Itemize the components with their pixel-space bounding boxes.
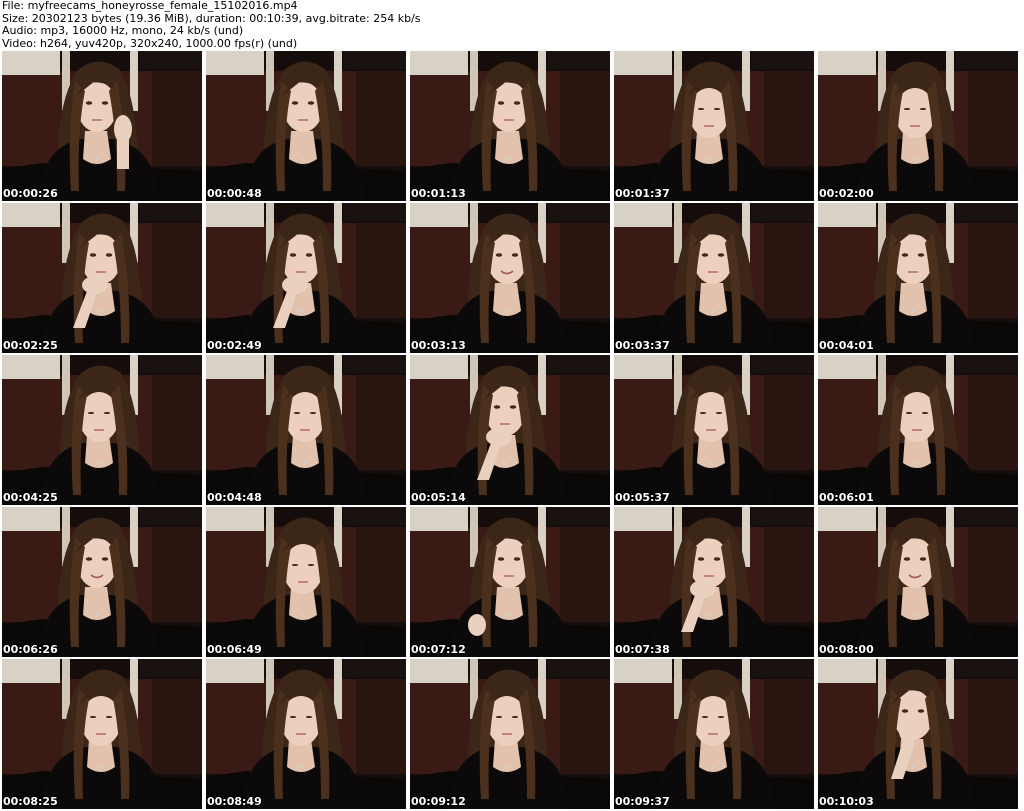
video-thumbnail: 00:08:00 xyxy=(818,507,1018,657)
thumbnail-frame-image xyxy=(410,507,610,657)
video-info-line: Video: h264, yuv420p, 320x240, 1000.00 f… xyxy=(2,37,298,50)
thumbnail-frame-image xyxy=(206,355,406,505)
thumbnail-frame-image xyxy=(206,203,406,353)
video-thumbnail: 00:07:38 xyxy=(614,507,814,657)
video-thumbnail: 00:04:01 xyxy=(818,203,1018,353)
thumbnail-frame-image xyxy=(2,51,202,201)
thumbnail-timestamp: 00:03:13 xyxy=(411,339,466,352)
video-thumbnail: 00:08:49 xyxy=(206,659,406,809)
thumbnail-timestamp: 00:08:25 xyxy=(3,795,58,808)
video-thumbnail: 00:02:25 xyxy=(2,203,202,353)
thumbnail-frame-image xyxy=(818,51,1018,201)
video-thumbnail: 00:03:13 xyxy=(410,203,610,353)
video-thumbnail: 00:02:49 xyxy=(206,203,406,353)
video-thumbnail: 00:01:13 xyxy=(410,51,610,201)
thumbnail-frame-image xyxy=(818,203,1018,353)
video-thumbnail: 00:04:25 xyxy=(2,355,202,505)
video-thumbnail: 00:00:26 xyxy=(2,51,202,201)
thumbnail-frame-image xyxy=(410,355,610,505)
video-thumbnail: 00:04:48 xyxy=(206,355,406,505)
thumbnail-timestamp: 00:07:38 xyxy=(615,643,670,656)
thumbnail-timestamp: 00:06:01 xyxy=(819,491,874,504)
video-thumbnail: 00:08:25 xyxy=(2,659,202,809)
thumbnail-frame-image xyxy=(614,51,814,201)
thumbnail-timestamp: 00:04:25 xyxy=(3,491,58,504)
thumbnail-frame-image xyxy=(410,51,610,201)
thumbnail-timestamp: 00:06:49 xyxy=(207,643,262,656)
thumbnail-timestamp: 00:02:25 xyxy=(3,339,58,352)
video-thumbnail: 00:06:01 xyxy=(818,355,1018,505)
thumbnail-timestamp: 00:04:01 xyxy=(819,339,874,352)
video-thumbnail: 00:10:03 xyxy=(818,659,1018,809)
thumbnail-timestamp: 00:00:48 xyxy=(207,187,262,200)
thumbnail-frame-image xyxy=(2,355,202,505)
thumbnail-frame-image xyxy=(2,659,202,809)
thumbnail-frame-image xyxy=(2,507,202,657)
video-thumbnail: 00:07:12 xyxy=(410,507,610,657)
thumbnail-timestamp: 00:05:37 xyxy=(615,491,670,504)
thumbnail-timestamp: 00:08:49 xyxy=(207,795,262,808)
thumbnail-frame-image xyxy=(410,203,610,353)
video-thumbnail: 00:01:37 xyxy=(614,51,814,201)
thumbnail-timestamp: 00:02:49 xyxy=(207,339,262,352)
thumbnail-frame-image xyxy=(410,659,610,809)
thumbnail-frame-image xyxy=(206,51,406,201)
thumbnail-timestamp: 00:09:37 xyxy=(615,795,670,808)
thumbnail-timestamp: 00:02:00 xyxy=(819,187,874,200)
video-thumbnail: 00:09:37 xyxy=(614,659,814,809)
thumbnail-timestamp: 00:03:37 xyxy=(615,339,670,352)
thumbnail-timestamp: 00:10:03 xyxy=(819,795,874,808)
video-thumbnail: 00:02:00 xyxy=(818,51,1018,201)
video-thumbnail: 00:09:12 xyxy=(410,659,610,809)
thumbnail-timestamp: 00:00:26 xyxy=(3,187,58,200)
file-size-line: Size: 20302123 bytes (19.36 MiB), durati… xyxy=(2,12,421,25)
thumbnail-timestamp: 00:05:14 xyxy=(411,491,466,504)
thumbnail-timestamp: 00:04:48 xyxy=(207,491,262,504)
file-info-header: File: myfreecams_honeyrosse_female_15102… xyxy=(2,0,1022,50)
thumbnail-frame-image xyxy=(2,203,202,353)
video-thumbnail: 00:05:37 xyxy=(614,355,814,505)
thumbnail-timestamp: 00:01:13 xyxy=(411,187,466,200)
thumbnail-frame-image xyxy=(206,659,406,809)
thumbnail-timestamp: 00:09:12 xyxy=(411,795,466,808)
video-thumbnail: 00:03:37 xyxy=(614,203,814,353)
video-thumbnail: 00:06:49 xyxy=(206,507,406,657)
thumbnail-timestamp: 00:07:12 xyxy=(411,643,466,656)
video-thumbnail: 00:05:14 xyxy=(410,355,610,505)
thumbnail-frame-image xyxy=(614,659,814,809)
video-thumbnail: 00:00:48 xyxy=(206,51,406,201)
thumbnail-frame-image xyxy=(614,507,814,657)
thumbnail-frame-image xyxy=(818,507,1018,657)
thumbnail-frame-image xyxy=(614,203,814,353)
video-thumbnail: 00:06:26 xyxy=(2,507,202,657)
thumbnail-grid: 00:00:26 00:00:48 00:01:13 00:01:37 00:02:00… xyxy=(2,51,1022,811)
thumbnail-frame-image xyxy=(614,355,814,505)
thumbnail-frame-image xyxy=(206,507,406,657)
thumbnail-timestamp: 00:08:00 xyxy=(819,643,874,656)
thumbnail-frame-image xyxy=(818,659,1018,809)
file-name-line: File: myfreecams_honeyrosse_female_15102… xyxy=(2,0,298,12)
thumbnail-timestamp: 00:01:37 xyxy=(615,187,670,200)
thumbnail-timestamp: 00:06:26 xyxy=(3,643,58,656)
audio-info-line: Audio: mp3, 16000 Hz, mono, 24 kb/s (und… xyxy=(2,25,244,37)
thumbnail-frame-image xyxy=(818,355,1018,505)
